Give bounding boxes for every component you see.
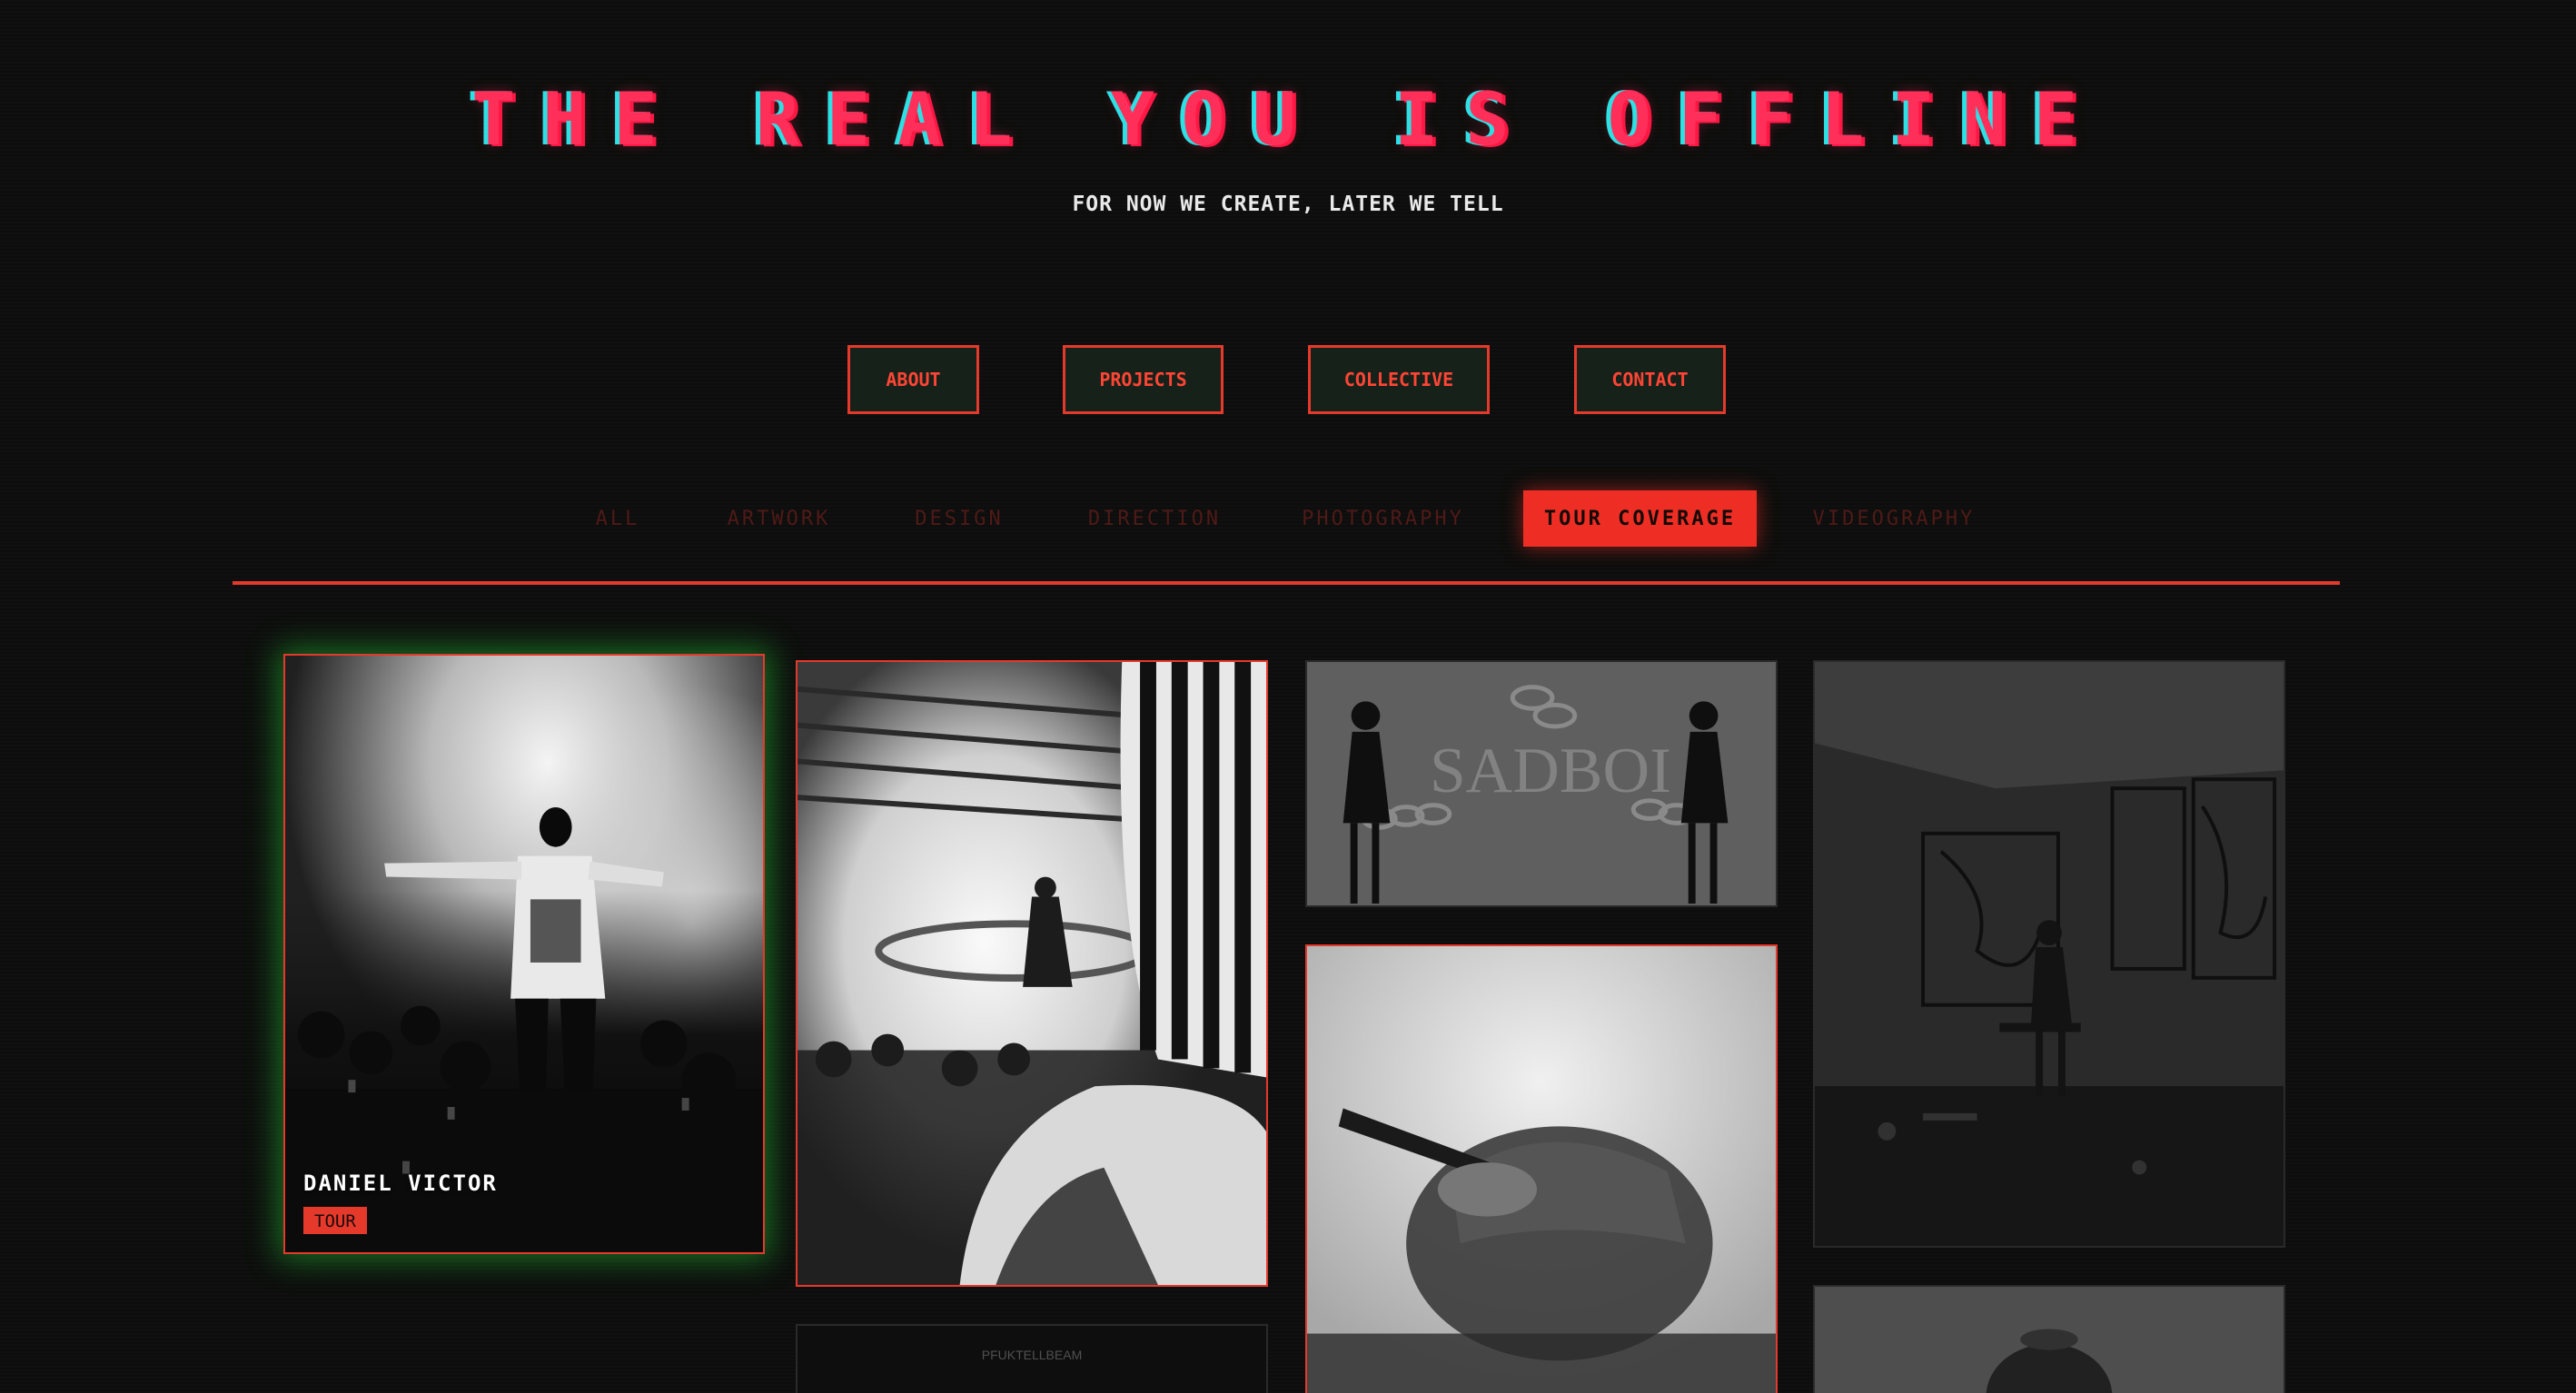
filter-tab-artwork[interactable]: ARTWORK: [718, 490, 840, 547]
sadboi-chains-photo: SADBOI: [1307, 662, 1776, 905]
nav-contact-button[interactable]: CONTACT: [1574, 345, 1726, 414]
portrait-photo: [1815, 1287, 2284, 1393]
concert-crowd-photo: [798, 662, 1266, 1285]
filter-tab-videography[interactable]: VIDEOGRAPHY: [1808, 490, 1980, 547]
poster-caption: PFUKTELLBEAM: [981, 1348, 1083, 1362]
blurred-cap-photo: [1307, 946, 1776, 1393]
filter-tab-all[interactable]: ALL: [581, 490, 654, 547]
nav-about-button[interactable]: ABOUT: [847, 345, 979, 414]
project-card-poster[interactable]: PFUKTELLBEAM: [796, 1324, 1268, 1393]
category-badge: TOUR: [303, 1207, 367, 1234]
project-card-cap[interactable]: [1305, 944, 1778, 1393]
filter-divider: [233, 581, 2340, 585]
filter-tab-tour-coverage[interactable]: TOUR COVERAGE: [1523, 490, 1757, 547]
svg-text:SADBOI: SADBOI: [1430, 736, 1671, 806]
performer-smoke-photo: [285, 656, 763, 1252]
main-nav: ABOUT PROJECTS COLLECTIVE CONTACT: [0, 345, 2576, 414]
nav-collective-button[interactable]: COLLECTIVE: [1308, 345, 1490, 414]
artist-studio-photo: [1815, 662, 2284, 1246]
site-title: THE REAL YOU IS OFFLINE: [471, 77, 2105, 162]
category-filter-bar: ALL ARTWORK DESIGN DIRECTION PHOTOGRAPHY…: [0, 490, 2576, 547]
nav-projects-button[interactable]: PROJECTS: [1063, 345, 1224, 414]
site-tagline: FOR NOW WE CREATE, LATER WE TELL: [1072, 193, 1504, 216]
project-card-concert[interactable]: [796, 660, 1268, 1287]
card-caption: DANIEL VICTOR TOUR: [303, 1171, 498, 1234]
filter-tab-direction[interactable]: DIRECTION: [1083, 490, 1226, 547]
filter-tab-design[interactable]: DESIGN: [905, 490, 1014, 547]
filter-tab-photography[interactable]: PHOTOGRAPHY: [1294, 490, 1471, 547]
project-card-portrait[interactable]: [1813, 1285, 2285, 1393]
project-card-studio[interactable]: [1813, 660, 2285, 1248]
project-card-sadboi[interactable]: SADBOI: [1305, 660, 1778, 907]
card-title: DANIEL VICTOR: [303, 1171, 498, 1196]
project-card-daniel-victor[interactable]: DANIEL VICTOR TOUR: [283, 654, 765, 1254]
